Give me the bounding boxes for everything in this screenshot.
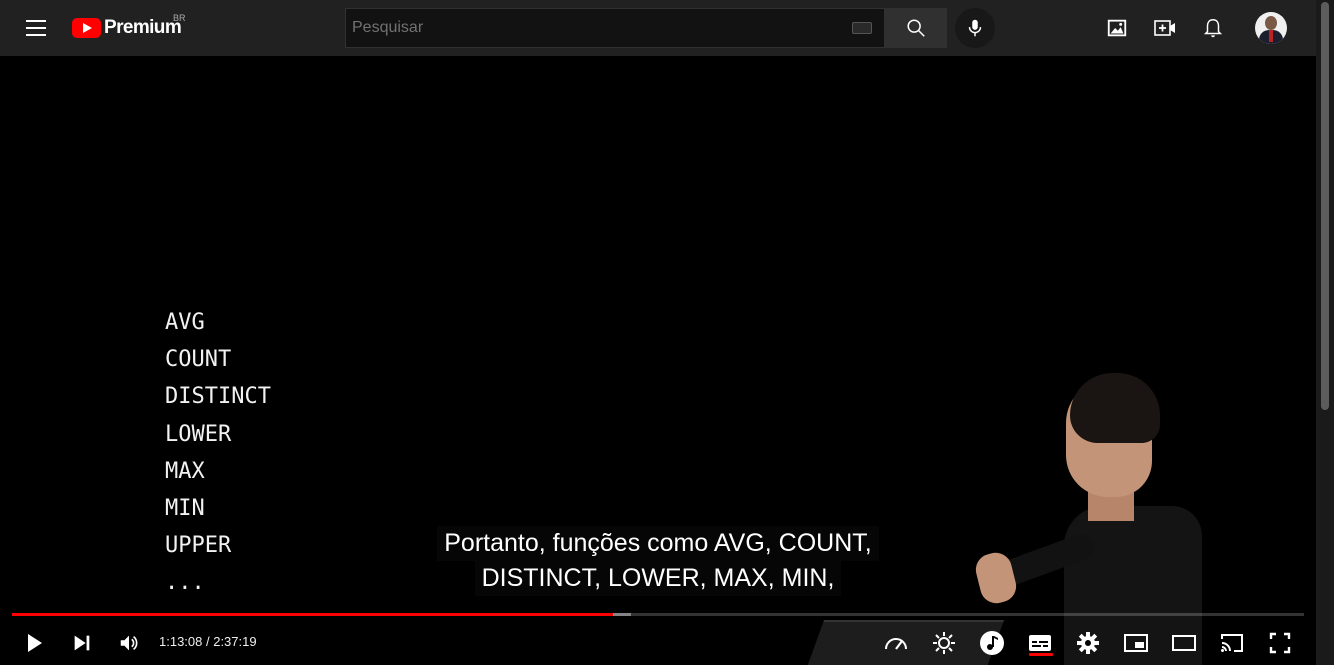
page-scrollbar[interactable] [1316, 0, 1334, 665]
youtube-logo-icon [72, 18, 101, 38]
next-icon [74, 635, 90, 651]
player-controls: 1:13:08 / 2:37:19 [0, 621, 1316, 665]
slide-item: AVG [165, 310, 205, 335]
slide-item: MAX [165, 458, 205, 484]
settings-icon [1077, 632, 1099, 654]
voice-search-button[interactable] [955, 8, 995, 48]
progress-played [12, 613, 613, 616]
captions: Portanto, funções como AVG, COUNT, DISTI… [0, 526, 1316, 596]
search-box [345, 8, 884, 48]
music-icon [980, 631, 1004, 655]
playback-speed-icon [885, 638, 907, 650]
search-button[interactable] [884, 8, 947, 48]
create-video-icon[interactable] [1153, 16, 1177, 40]
search-icon [906, 19, 925, 37]
slide-item: MIN [165, 495, 205, 521]
notifications-icon[interactable] [1201, 16, 1225, 40]
country-code: BR [173, 13, 186, 23]
current-time: 1:13:08 [159, 634, 203, 649]
logo-wordmark: Premium [104, 17, 182, 38]
play-icon [28, 634, 42, 652]
theater-mode-icon [1172, 635, 1196, 651]
caption-line: Portanto, funções como AVG, COUNT, [437, 526, 879, 561]
playback-speed-button[interactable] [878, 625, 914, 661]
video-player[interactable]: AVG COUNT DISTINCT LOWER MAX MIN UPPER .… [0, 56, 1316, 665]
subtitles-active-indicator [1029, 653, 1053, 656]
volume-icon [120, 635, 138, 651]
menu-icon[interactable] [24, 16, 48, 40]
ambient-mode-icon [933, 632, 955, 654]
keyboard-icon[interactable] [852, 22, 872, 34]
music-button[interactable] [974, 625, 1010, 661]
fullscreen-button[interactable] [1262, 625, 1298, 661]
slide-item: COUNT [165, 347, 232, 373]
cast-button[interactable] [1214, 625, 1250, 661]
cast-icon [1221, 634, 1243, 652]
slide-item: DISTINCT [165, 384, 271, 410]
next-button[interactable] [64, 625, 100, 661]
play-button[interactable] [16, 625, 52, 661]
masthead: Premium BR [0, 0, 1316, 56]
mute-button[interactable] [111, 625, 147, 661]
progress-bar[interactable] [12, 613, 1304, 616]
ambient-mode-button[interactable] [926, 625, 962, 661]
microphone-icon [968, 19, 982, 37]
image-icon[interactable] [1105, 16, 1129, 40]
miniplayer-button[interactable] [1118, 625, 1154, 661]
caption-line: DISTINCT, LOWER, MAX, MIN, [474, 561, 842, 596]
youtube-premium-logo[interactable]: Premium BR [72, 13, 186, 40]
fullscreen-icon [1269, 632, 1291, 654]
theater-mode-button[interactable] [1166, 625, 1202, 661]
slide-item: LOWER [165, 421, 232, 447]
avatar[interactable] [1255, 12, 1287, 44]
duration: 2:37:19 [213, 634, 257, 649]
time-display: 1:13:08 / 2:37:19 [159, 634, 257, 649]
search-input[interactable] [346, 19, 826, 37]
miniplayer-icon [1124, 634, 1148, 652]
scrollbar-thumb[interactable] [1321, 2, 1329, 410]
settings-button[interactable] [1070, 625, 1106, 661]
